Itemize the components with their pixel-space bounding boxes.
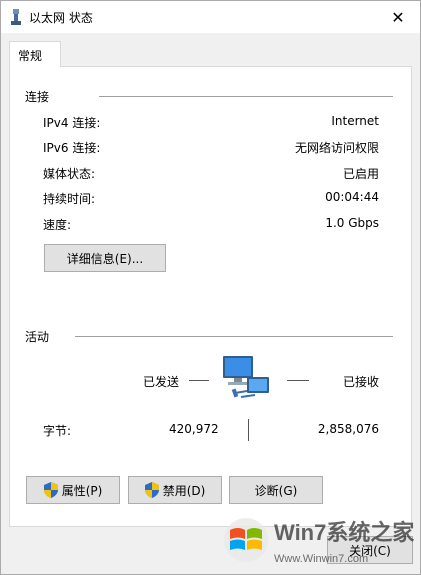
disable-button-label: 禁用(D) bbox=[162, 483, 206, 498]
ipv4-value: Internet bbox=[331, 114, 379, 128]
ipv6-label: IPv6 连接: bbox=[43, 141, 101, 155]
tab-general[interactable]: 常规 bbox=[9, 41, 61, 67]
sent-label: 已发送 bbox=[143, 375, 180, 389]
details-button[interactable]: 详细信息(E)... bbox=[44, 244, 166, 272]
bytes-received-value: 2,858,076 bbox=[317, 422, 379, 436]
media-state-label: 媒体状态: bbox=[43, 167, 96, 181]
bytes-sent-value: 420,972 bbox=[169, 422, 219, 436]
ethernet-status-window: 以太网 状态 ✕ 常规 连接 IPv4 连接: Internet IPv6 连接… bbox=[0, 0, 421, 575]
uac-shield-icon bbox=[43, 482, 58, 498]
close-window-button[interactable]: ✕ bbox=[376, 1, 420, 33]
activity-divider bbox=[75, 336, 393, 337]
general-panel bbox=[9, 66, 412, 527]
properties-button-label: 属性(P) bbox=[61, 483, 103, 498]
disable-button[interactable]: 禁用(D) bbox=[128, 476, 222, 504]
received-connector-line bbox=[287, 380, 309, 381]
title-bar[interactable]: 以太网 状态 ✕ bbox=[1, 1, 420, 33]
sent-connector-line bbox=[189, 380, 209, 381]
diagnose-button[interactable]: 诊断(G) bbox=[229, 476, 323, 504]
duration-value: 00:04:44 bbox=[325, 190, 379, 204]
ipv4-label: IPv4 连接: bbox=[43, 116, 101, 130]
media-state-value: 已启用 bbox=[342, 167, 379, 181]
close-icon: ✕ bbox=[391, 7, 405, 27]
duration-label: 持续时间: bbox=[43, 192, 96, 206]
bytes-label: 字节: bbox=[43, 424, 72, 438]
bytes-separator bbox=[248, 419, 249, 441]
speed-label: 速度: bbox=[43, 218, 72, 232]
activity-heading: 活动 bbox=[25, 330, 50, 344]
uac-shield-icon bbox=[144, 482, 159, 498]
window-title: 以太网 状态 bbox=[29, 11, 93, 25]
ipv6-value: 无网络访问权限 bbox=[294, 141, 379, 155]
connection-heading: 连接 bbox=[25, 90, 50, 104]
watermark-brand-text: Win7系统之家 bbox=[274, 520, 414, 545]
win7-watermark-logo: Win7系统之家 Www.Winwin7.com bbox=[224, 518, 414, 565]
speed-value: 1.0 Gbps bbox=[325, 216, 379, 230]
watermark-url-text: Www.Winwin7.com bbox=[274, 553, 368, 565]
network-adapter-icon bbox=[11, 9, 21, 25]
connection-divider bbox=[99, 96, 393, 97]
tab-general-label: 常规 bbox=[18, 49, 43, 63]
properties-button[interactable]: 属性(P) bbox=[26, 476, 120, 504]
received-label: 已接收 bbox=[343, 375, 380, 389]
network-activity-icon bbox=[223, 356, 269, 398]
